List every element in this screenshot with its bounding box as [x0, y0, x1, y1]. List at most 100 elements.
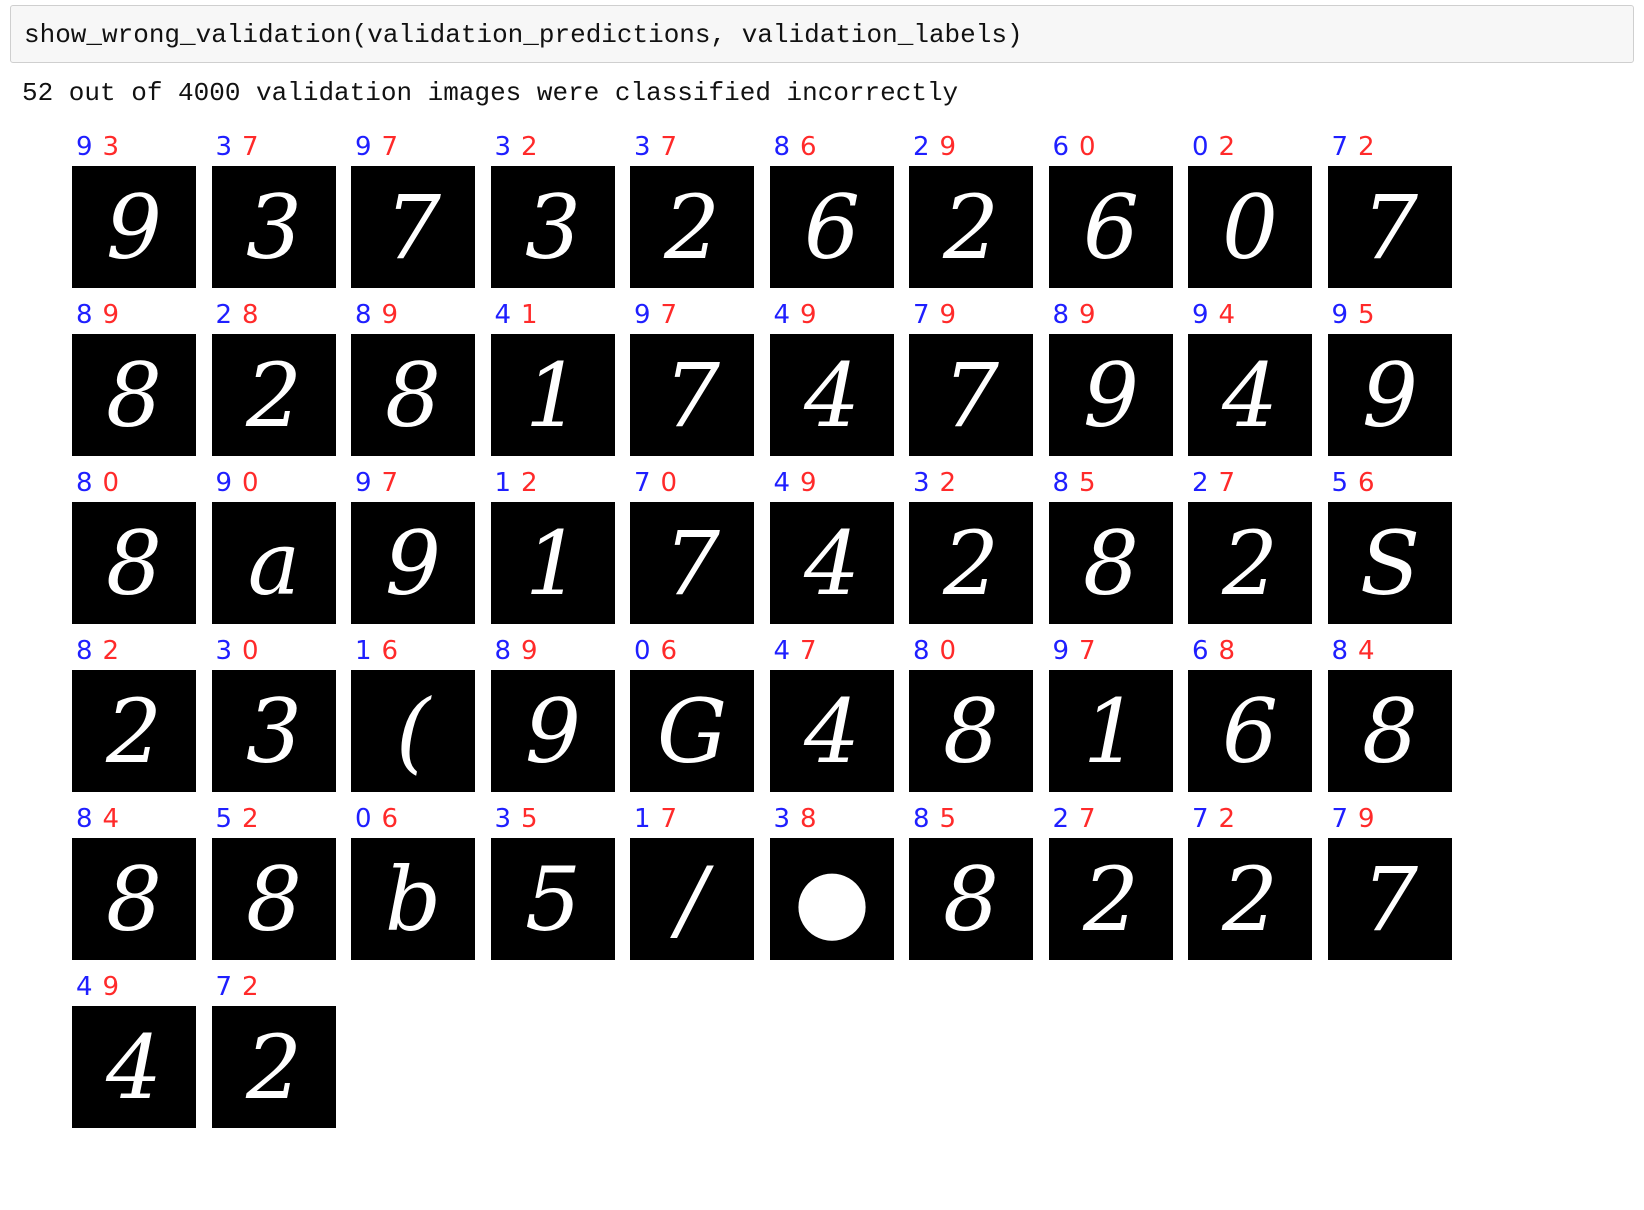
- predicted-label: 0: [355, 804, 372, 834]
- digit-glyph: 5: [525, 848, 581, 951]
- true-label: 2: [939, 468, 957, 498]
- misclassified-image-7: 292: [909, 133, 1033, 288]
- digit-stroke: 2: [663, 176, 720, 279]
- image-title: 70: [634, 469, 677, 497]
- digit-image: 9: [1327, 334, 1452, 456]
- image-title: 79: [913, 301, 956, 329]
- true-label: 9: [1079, 300, 1096, 330]
- digit-image: 4: [72, 1006, 196, 1128]
- predicted-label: 5: [1331, 468, 1349, 498]
- misclassified-image-5: 37 2: [630, 132, 754, 288]
- digit-stroke: (: [396, 680, 432, 783]
- digit-stroke: b: [385, 848, 441, 951]
- digit-image: 8: [1327, 670, 1452, 792]
- digit-stroke: 8: [943, 848, 999, 951]
- misclassified-image-25: 707: [630, 469, 754, 624]
- digit-image: 7: [1327, 838, 1452, 960]
- predicted-label: 9: [634, 300, 651, 330]
- digit-stroke: 6: [1083, 176, 1139, 279]
- digit-image: a: [211, 502, 336, 624]
- digit-image: 2: [909, 166, 1033, 288]
- misclassified-image-11: 898: [72, 301, 196, 456]
- digit-image: 1: [1048, 670, 1173, 792]
- image-title: 94: [1192, 301, 1235, 329]
- digit-glyph: 1: [525, 344, 581, 447]
- true-label: 9: [800, 300, 817, 330]
- digit-stroke: 1: [525, 512, 581, 615]
- digit-glyph: 9: [525, 680, 581, 783]
- digit-image: 2: [1048, 838, 1173, 960]
- digit-glyph: 2: [245, 1016, 302, 1119]
- image-title: 93: [76, 133, 119, 161]
- misclassified-image-24: 121: [490, 468, 615, 624]
- true-label: 2: [521, 132, 538, 162]
- true-label: 5: [1358, 300, 1375, 330]
- digit-glyph: 8: [943, 680, 999, 783]
- image-title: 95: [1332, 301, 1375, 329]
- digit-image: 9: [351, 502, 475, 624]
- digit-image: 2: [630, 166, 754, 288]
- digit-image: S: [1327, 502, 1452, 624]
- output-stdout: 52 out of 4000 validation images were cl…: [22, 78, 959, 108]
- predicted-label: 3: [494, 804, 512, 834]
- true-label: 7: [381, 132, 399, 162]
- digit-stroke: 7: [943, 344, 999, 447]
- predicted-label: 9: [1192, 300, 1209, 330]
- image-title: 89: [495, 637, 538, 665]
- digit-image: 6: [769, 166, 894, 288]
- image-title: 49: [774, 301, 817, 329]
- true-label: 6: [381, 804, 399, 834]
- digit-glyph: 4: [803, 344, 860, 447]
- code-cell[interactable]: show_wrong_validation(validation_predict…: [10, 5, 1634, 63]
- true-label: 2: [521, 468, 538, 498]
- true-label: 7: [1218, 468, 1236, 498]
- digit-glyph: G: [657, 680, 727, 783]
- true-label: 2: [1358, 132, 1375, 162]
- image-title: 82: [76, 637, 119, 665]
- digit-glyph: (: [396, 680, 432, 783]
- misclassified-image-43: 06 b: [351, 804, 475, 960]
- digit-stroke: 2: [105, 680, 162, 783]
- digit-glyph: 2: [1221, 848, 1278, 951]
- predicted-label: 7: [1331, 804, 1349, 834]
- digit-stroke: 7: [664, 344, 720, 447]
- true-label: 6: [381, 636, 399, 666]
- misclassified-image-32: 303: [211, 636, 336, 792]
- predicted-label: 0: [634, 636, 651, 666]
- predicted-label: 9: [1052, 636, 1070, 666]
- true-label: 7: [660, 132, 678, 162]
- digit-stroke: 1: [1083, 680, 1139, 783]
- code-line[interactable]: show_wrong_validation(validation_predict…: [24, 20, 1023, 50]
- true-label: 0: [660, 468, 678, 498]
- digit-image: 8: [211, 838, 336, 960]
- digit-stroke: 2: [942, 512, 999, 615]
- digit-image: 1: [490, 334, 615, 456]
- predicted-label: 9: [215, 468, 233, 498]
- digit-stroke: 8: [943, 680, 999, 783]
- digit-image: 1: [490, 502, 615, 624]
- misclassified-image-16: 494: [769, 301, 894, 456]
- image-title: 17: [634, 805, 677, 833]
- true-label: 7: [1079, 804, 1096, 834]
- digit-stroke: 0: [1222, 176, 1278, 279]
- misclassified-image-8: 606: [1048, 133, 1173, 288]
- digit-image: 0: [1188, 166, 1312, 288]
- digit-image: 2: [1188, 502, 1312, 624]
- predicted-label: 8: [1331, 636, 1349, 666]
- predicted-label: 4: [773, 636, 791, 666]
- predicted-label: 8: [773, 132, 791, 162]
- misclassified-image-48: 272: [1048, 804, 1173, 960]
- digit-stroke: S: [1359, 512, 1419, 615]
- digit-image: 9: [72, 166, 196, 288]
- true-label: 0: [242, 636, 259, 666]
- true-label: 0: [102, 468, 120, 498]
- digit-stroke: 2: [1221, 848, 1278, 951]
- digit-glyph: 2: [1221, 512, 1278, 615]
- digit-glyph: 6: [804, 176, 860, 279]
- digit-image: 3: [211, 670, 336, 792]
- predicted-label: 4: [773, 300, 791, 330]
- misclassified-image-34: 89 9: [490, 637, 615, 792]
- digit-stroke: 9: [1362, 344, 1418, 447]
- true-label: 6: [800, 132, 817, 162]
- digit-stroke: a: [247, 512, 299, 615]
